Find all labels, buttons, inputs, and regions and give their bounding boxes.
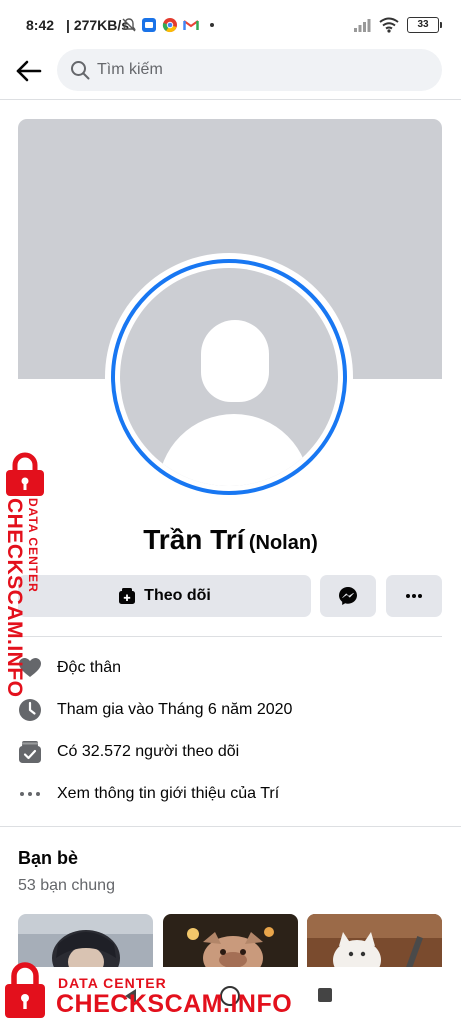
info-joined: Tham gia vào Tháng 6 năm 2020	[18, 695, 442, 725]
watermark-bottom-small: DATA CENTER	[58, 975, 167, 991]
watermark-side-small: DATA CENTER	[26, 498, 40, 593]
section-separator	[0, 826, 461, 827]
friends-section-title: Bạn bè	[18, 848, 79, 868]
followers-icon	[19, 741, 41, 763]
battery-icon: 33	[407, 17, 442, 33]
profile-name-main: Trần Trí	[143, 524, 245, 555]
avatar-head-shape	[201, 320, 269, 402]
info-relationship: Độc thân	[18, 653, 442, 683]
more-options-button[interactable]	[386, 575, 442, 617]
search-icon	[71, 61, 90, 80]
friend-card[interactable]	[307, 914, 442, 974]
profile-name-alternate: (Nolan)	[248, 532, 318, 554]
signal-icon	[354, 19, 371, 32]
info-followers[interactable]: Có 32.572 người theo dõi	[18, 737, 442, 767]
avatar-body-shape	[158, 414, 310, 486]
chrome-icon	[162, 18, 177, 33]
watermark-bottom-large: CHECKSCAM.INFO	[56, 990, 293, 1018]
profile-name: Trần Trí (Nolan)	[0, 524, 461, 556]
wifi-icon	[379, 17, 399, 33]
more-dots-icon	[20, 792, 40, 796]
status-bar: 8:42 | 277KB/s 33	[0, 0, 461, 50]
search-input[interactable]	[97, 49, 427, 91]
search-bar[interactable]	[57, 49, 442, 91]
follow-icon	[119, 588, 136, 604]
app-icon	[142, 18, 156, 32]
watermark-side: DATA CENTER CHECKSCAM.INFO	[0, 452, 50, 698]
info-relationship-text: Độc thân	[57, 659, 122, 676]
info-see-about[interactable]: Xem thông tin giới thiệu của Trí	[18, 779, 442, 809]
status-time: 8:42	[26, 17, 55, 33]
watermark-side-large: CHECKSCAM.INFO	[3, 498, 26, 698]
mutual-friends-count[interactable]: 53 bạn chung	[18, 877, 115, 895]
lock-icon	[5, 962, 45, 1018]
section-divider	[18, 636, 442, 637]
watermark-bottom: DATA CENTER CHECKSCAM.INFO	[0, 960, 300, 1024]
avatar-placeholder	[120, 268, 338, 486]
message-button[interactable]	[320, 575, 376, 617]
follow-button-label: Theo dõi	[144, 587, 211, 604]
top-bar-divider	[0, 99, 461, 100]
bell-off-icon	[122, 18, 136, 32]
info-see-about-text: Xem thông tin giới thiệu của Trí	[57, 785, 280, 802]
info-joined-text: Tham gia vào Tháng 6 năm 2020	[57, 701, 293, 718]
dot-icon	[210, 23, 214, 27]
back-arrow-icon[interactable]	[14, 56, 44, 86]
friend-photo	[307, 914, 442, 974]
gmail-icon	[183, 20, 199, 30]
profile-avatar[interactable]	[105, 253, 353, 501]
status-right: 33	[329, 16, 442, 34]
top-bar	[0, 48, 461, 96]
info-followers-text: Có 32.572 người theo dõi	[57, 743, 240, 760]
messenger-icon	[339, 587, 357, 605]
follow-button[interactable]: Theo dõi	[18, 575, 311, 617]
story-ring	[111, 259, 347, 495]
lock-icon	[6, 452, 44, 496]
nav-recent-apps-icon[interactable]	[318, 988, 332, 1002]
status-network-speed: | 277KB/s	[66, 17, 130, 33]
clock-icon	[19, 699, 41, 721]
more-dots-icon	[406, 594, 422, 598]
